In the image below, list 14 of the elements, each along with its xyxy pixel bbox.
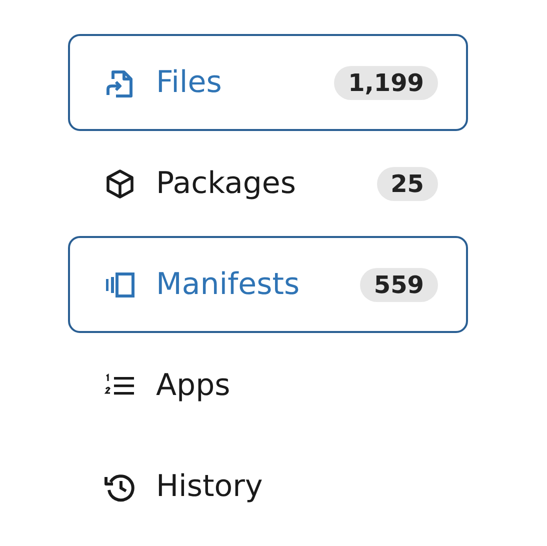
- count-badge: 25: [376, 166, 438, 200]
- nav-item[interactable]: History: [68, 438, 468, 535]
- nav-label: Apps: [156, 368, 232, 403]
- nav-item[interactable]: Manifests 559: [68, 236, 468, 333]
- nav-label: History: [156, 469, 264, 504]
- count-badge: 559: [360, 268, 438, 302]
- count-badge: 1,199: [334, 66, 438, 100]
- nav-label: Manifests: [156, 267, 301, 302]
- nav-item[interactable]: Packages 25: [68, 135, 468, 232]
- cube-icon: [104, 168, 136, 200]
- nav-item[interactable]: Apps: [68, 337, 468, 434]
- nav-label: Files: [156, 65, 223, 100]
- nav-label: Packages: [156, 166, 297, 201]
- nav-item[interactable]: Files 1,199: [68, 34, 468, 131]
